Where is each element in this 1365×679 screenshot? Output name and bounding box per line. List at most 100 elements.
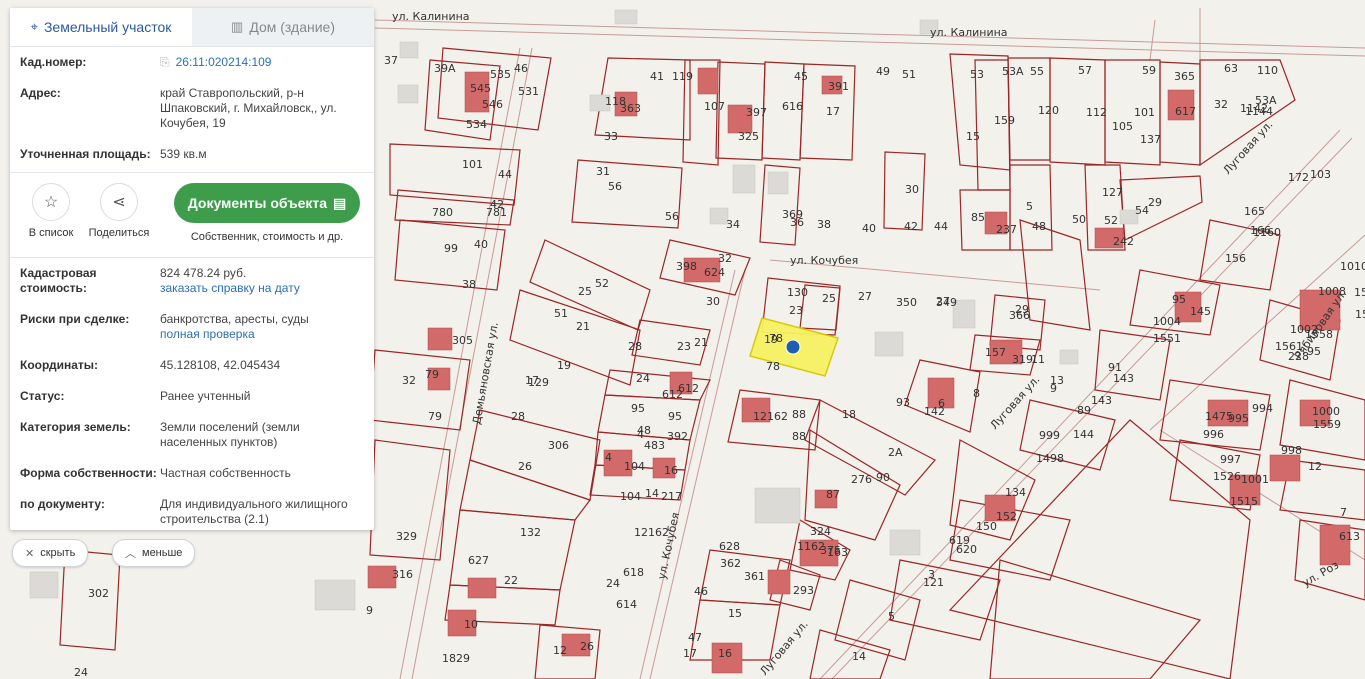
parcel-summary: Кад.номер: ⎘ 26:11:020214:109 Адрес: край… (10, 47, 374, 162)
lot-number: 79 (425, 368, 439, 381)
lot-number: 546 (482, 98, 503, 111)
lot-number: 15 (728, 607, 742, 620)
cad-number-text[interactable]: 26:11:020214:109 (176, 55, 272, 69)
lot-number: 624 (704, 266, 725, 279)
lot-number: 120 (1038, 104, 1059, 117)
lot-number: 45 (794, 70, 808, 83)
lot-number: 616 (782, 100, 803, 113)
object-documents-button[interactable]: Документы объекта ▤ (174, 183, 360, 223)
copy-icon[interactable]: ⎘ (160, 55, 170, 69)
add-to-list-button[interactable]: ☆ В список (20, 183, 82, 239)
lot-number: 361 (744, 570, 765, 583)
lot-number: 25 (822, 292, 836, 305)
lot-number: 306 (548, 439, 569, 452)
lot-number: 5 (1026, 200, 1033, 213)
lot-number: 159 (994, 114, 1015, 127)
lot-number: 276 (851, 473, 872, 486)
lot-number: 9 (366, 604, 373, 617)
full-check-link[interactable]: полная проверка (160, 327, 364, 342)
lot-number: 143 (1091, 394, 1112, 407)
lot-number: 398 (676, 260, 697, 273)
collapse-panel-button[interactable]: ︿ меньше (112, 539, 196, 567)
land-category-label: Категория земель: (20, 420, 131, 434)
lot-number: 99 (444, 242, 458, 255)
lot-number: 46 (694, 585, 708, 598)
address-label: Адрес: (20, 86, 61, 100)
lot-number: 78 (766, 360, 780, 373)
lot-number: 365 (1174, 70, 1195, 83)
star-icon[interactable]: ☆ (32, 183, 70, 221)
lot-number: 362 (720, 557, 741, 570)
map-pin-icon: ⌖ (30, 19, 38, 34)
hide-panel-button[interactable]: ✕ скрыть (12, 539, 89, 567)
lot-number: 392 (667, 430, 688, 443)
status-row: Статус: Ранее учтенный (20, 389, 364, 404)
lot-number: 34 (726, 218, 740, 231)
lot-number: 217 (661, 490, 682, 503)
svg-text:ул. Кочубея: ул. Кочубея (790, 254, 858, 267)
parcel-details: Кадастровая стоимость: 824 478.24 руб. з… (10, 258, 374, 527)
lot-number: 51 (554, 307, 568, 320)
tab-building[interactable]: ▥ Дом (здание) (192, 8, 374, 46)
permitted-use-value: Для индивидуального жилищного строительс… (160, 497, 348, 526)
lot-number: 48 (1032, 220, 1046, 233)
cad-number-row: Кад.номер: ⎘ 26:11:020214:109 (20, 55, 364, 70)
lot-number: 89 (1077, 404, 1091, 417)
lot-number: 535 (490, 68, 511, 81)
lot-number: 110 (1257, 64, 1278, 77)
permitted-use-row: по документу: Для индивидуального жилищн… (20, 497, 364, 527)
tab-land-plot-label: Земельный участок (43, 19, 172, 35)
lot-number: 150 (976, 520, 997, 533)
share-icon[interactable]: ⋖ (100, 183, 138, 221)
object-tabs: ⌖ Земельный участок ▥ Дом (здание) (10, 8, 374, 47)
lot-number: 130 (787, 286, 808, 299)
lot-number: 28 (628, 340, 642, 353)
risks-value-group: банкротства, аресты, суды полная проверк… (160, 312, 364, 342)
lot-number: 142 (924, 405, 945, 418)
lot-number: 112 (1086, 106, 1107, 119)
lot-number: 998 (1281, 444, 1302, 457)
lot-number: 24 (606, 577, 620, 590)
lot-number: 30 (706, 295, 720, 308)
lot-number: 3 (928, 568, 935, 581)
land-category-value: Земли поселений (земли населенных пункто… (160, 420, 300, 449)
lot-number: 32 (718, 252, 732, 265)
lot-number: 56 (608, 180, 622, 193)
lot-number: 107 (704, 100, 725, 113)
ownership-label: Форма собственности: (20, 466, 157, 480)
area-row: Уточненная площадь: 539 кв.м (20, 147, 364, 162)
share-button[interactable]: ⋖ Поделиться (88, 183, 150, 239)
lot-number: 52 (595, 277, 609, 290)
lot-number: 617 (1175, 105, 1196, 118)
lot-number: 21 (694, 336, 708, 349)
lot-number: 88 (792, 408, 806, 421)
lot-number: 127 (1102, 186, 1123, 199)
lot-number: 545 (470, 82, 491, 95)
lot-number: 780 (432, 206, 453, 219)
lot-number: 172 (1288, 171, 1309, 184)
lot-number: 8 (973, 387, 980, 400)
tab-land-plot[interactable]: ⌖ Земельный участок (10, 8, 192, 46)
lot-number: 324 (810, 525, 831, 538)
lot-number: 33 (604, 130, 618, 143)
lot-number: 44 (934, 220, 948, 233)
lot-number: 612 (662, 388, 683, 401)
lot-number: 1829 (442, 652, 470, 665)
lot-number: 349 (936, 296, 957, 309)
cad-number-value[interactable]: ⎘ 26:11:020214:109 (160, 55, 364, 70)
order-certificate-link[interactable]: заказать справку на дату (160, 281, 364, 296)
lot-number: 145 (1190, 305, 1211, 318)
lot-number: 28 (511, 410, 525, 423)
lot-number: 305 (452, 334, 473, 347)
cad-number-label: Кад.номер: (20, 55, 87, 69)
lot-number: 12162 (753, 410, 788, 423)
cost-row: Кадастровая стоимость: 824 478.24 руб. з… (20, 266, 364, 296)
lot-number: 25 (578, 285, 592, 298)
lot-number: 23 (789, 304, 803, 317)
lot-number: 95 (1307, 345, 1321, 358)
lot-number: 88 (792, 430, 806, 443)
lot-number: 17 (683, 647, 697, 660)
lot-number: 95 (1172, 293, 1186, 306)
lot-number: 534 (466, 118, 487, 131)
lot-number: 27 (858, 290, 872, 303)
